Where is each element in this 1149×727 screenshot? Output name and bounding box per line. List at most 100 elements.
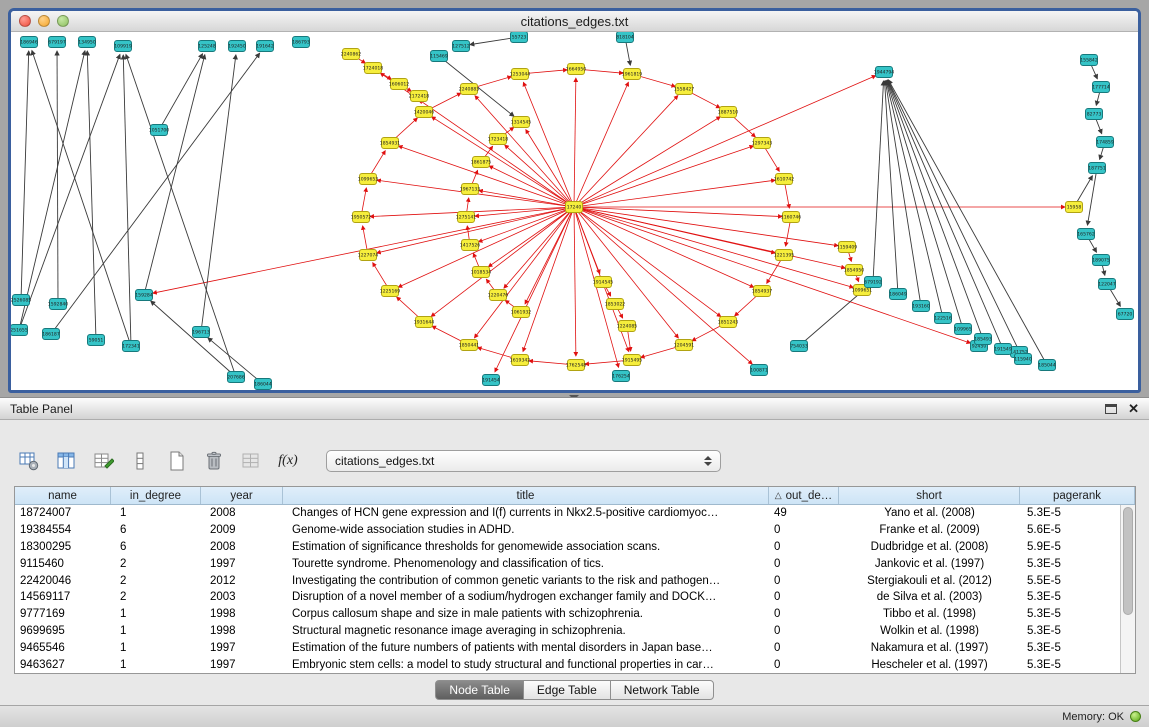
graph-node[interactable]: 1861875 [471, 157, 492, 168]
graph-node[interactable]: 2526085 [11, 295, 31, 306]
graph-node[interactable]: 754033 [790, 341, 808, 352]
graph-edge[interactable] [574, 207, 853, 288]
graph-node[interactable]: 115469 [430, 51, 448, 62]
trash-icon[interactable] [201, 448, 227, 474]
graph-node[interactable]: 186044 [254, 379, 272, 390]
float-panel-icon[interactable] [1104, 403, 1118, 415]
graph-node[interactable]: 1159409 [837, 242, 858, 253]
graph-node[interactable]: 1762548 [566, 360, 587, 371]
graph-node[interactable]: 196713 [192, 327, 210, 338]
graph-edge[interactable] [475, 96, 574, 207]
graph-node[interactable]: 1225169 [380, 286, 401, 297]
column-header-pagerank[interactable]: pagerank [1020, 487, 1135, 504]
graph-node[interactable]: 55723 [511, 32, 528, 43]
graph-edge[interactable] [51, 53, 260, 334]
graph-edge[interactable] [32, 51, 131, 346]
graph-node[interactable]: 1160746 [781, 212, 802, 223]
table-scrollbar-thumb[interactable] [1123, 507, 1133, 615]
graph-node[interactable]: 192450 [228, 41, 246, 52]
graph-node[interactable]: 1915495 [622, 355, 643, 366]
graph-node[interactable]: 187751 [1088, 163, 1106, 174]
graph-node[interactable]: 1950572 [351, 212, 372, 223]
graph-node[interactable]: 186946 [20, 37, 38, 48]
graph-node[interactable]: 1417526 [460, 240, 481, 251]
graph-node[interactable]: 177714 [1092, 82, 1110, 93]
import-table-icon[interactable] [238, 448, 264, 474]
graph-edge[interactable] [574, 78, 576, 207]
graph-node[interactable]: 1018534 [471, 267, 492, 278]
graph-node[interactable]: 15958 [1066, 202, 1083, 213]
graph-edge[interactable] [21, 51, 29, 300]
graph-edge[interactable] [873, 81, 884, 282]
graph-node[interactable]: 1724018 [363, 63, 384, 74]
tab-network-table[interactable]: Network Table [610, 680, 714, 700]
table-row[interactable]: 1872400712008Changes of HCN gene express… [15, 505, 1120, 522]
graph-node[interactable]: 1967133 [460, 184, 481, 195]
graph-node[interactable]: 1221395 [774, 250, 795, 261]
graph-edge[interactable] [159, 54, 203, 130]
graph-edge[interactable] [888, 80, 1047, 365]
graph-node[interactable]: 134950 [78, 37, 96, 48]
graph-node[interactable]: 1914545 [593, 277, 614, 288]
graph-edge[interactable] [57, 51, 58, 304]
graph-node[interactable]: 1227074 [358, 250, 379, 261]
graph-node[interactable]: 186187 [42, 329, 60, 340]
column-header-year[interactable]: year [201, 487, 283, 504]
graph-node[interactable]: 1204591 [674, 340, 695, 351]
graph-node[interactable]: 1944794 [874, 67, 895, 78]
close-panel-icon[interactable]: ✕ [1128, 403, 1139, 415]
graph-edge[interactable] [574, 76, 876, 207]
table-source-dropdown[interactable]: citations_edges.txt [326, 450, 721, 472]
graph-edge[interactable] [87, 51, 96, 340]
graph-node[interactable]: 1606012 [389, 79, 410, 90]
function-icon[interactable]: f(x) [275, 448, 301, 474]
column-header-in_degree[interactable]: in_degree [111, 487, 201, 504]
column-header-title[interactable]: title [283, 487, 769, 504]
table-row[interactable]: 969969511998Structural magnetic resonanc… [15, 623, 1120, 640]
graph-edge[interactable] [574, 207, 576, 356]
graph-node[interactable]: 1592840 [48, 299, 69, 310]
graph-node[interactable]: 1275141 [456, 212, 477, 223]
graph-node[interactable]: 1854950 [844, 265, 865, 276]
graph-node[interactable]: 186793 [292, 37, 310, 48]
graph-edge[interactable] [126, 55, 236, 377]
table-row[interactable]: 977716911998Corpus callosum shape and si… [15, 606, 1120, 623]
graph-node[interactable]: 122047 [1098, 279, 1116, 290]
graph-node[interactable]: 1051700 [149, 125, 170, 136]
graph-node[interactable]: 1887510 [718, 107, 739, 118]
new-file-icon[interactable] [164, 448, 190, 474]
graph-node[interactable]: 1851243 [718, 317, 739, 328]
graph-node[interactable]: 191642 [256, 41, 274, 52]
graph-edge[interactable] [799, 288, 866, 346]
edit-table-icon[interactable] [90, 448, 116, 474]
graph-node[interactable]: 185044 [1038, 360, 1056, 371]
graph-node[interactable]: 251655 [11, 325, 28, 336]
graph-node[interactable]: 2240862 [341, 49, 362, 60]
graph-node[interactable]: 1220476 [488, 290, 509, 301]
graph-edge[interactable] [574, 96, 678, 207]
tab-node-table[interactable]: Node Table [435, 680, 524, 700]
graph-node[interactable]: 1619342 [510, 355, 531, 366]
graph-node[interactable]: 1961819 [622, 69, 643, 80]
graph-node[interactable]: 1297343 [752, 138, 773, 149]
graph-node[interactable]: 207686 [227, 372, 245, 383]
graph-node[interactable]: 679192 [864, 277, 882, 288]
table-settings-icon[interactable] [16, 448, 42, 474]
table-row[interactable]: 2242004622012Investigating the contribut… [15, 572, 1120, 589]
graph-edge[interactable] [885, 81, 921, 306]
table-scrollbar[interactable] [1120, 505, 1135, 673]
graph-node[interactable]: 122516 [934, 313, 952, 324]
graph-node[interactable]: 818104 [616, 32, 634, 43]
graph-node[interactable]: 1253044 [510, 69, 531, 80]
graph-edge[interactable] [523, 207, 574, 352]
graph-node[interactable]: 1061932 [511, 307, 532, 318]
graph-edge[interactable] [574, 82, 628, 207]
graph-edge[interactable] [505, 145, 574, 207]
graph-node[interactable]: 1850441 [459, 340, 480, 351]
table-row[interactable]: 946362711997Embryonic stem cells: a mode… [15, 656, 1120, 673]
graph-edge[interactable] [475, 207, 574, 216]
graph-node[interactable]: 176254 [612, 371, 630, 382]
select-columns-icon[interactable] [53, 448, 79, 474]
table-row[interactable]: 1938455462009Genome-wide association stu… [15, 522, 1120, 539]
graph-node[interactable]: 1854931 [380, 138, 401, 149]
